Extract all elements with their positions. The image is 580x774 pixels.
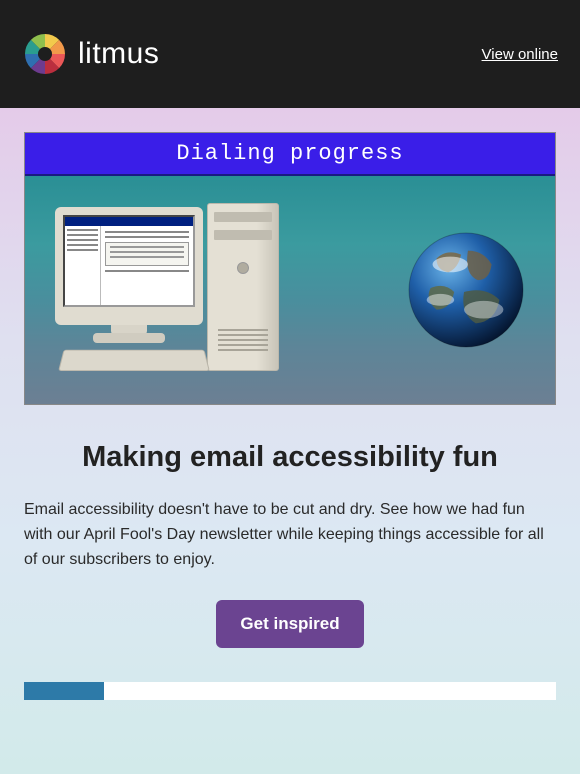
brand-logo: litmus xyxy=(22,31,159,77)
hero-illustration xyxy=(25,176,555,404)
article-headline: Making email accessibility fun xyxy=(24,441,556,474)
view-online-link[interactable]: View online xyxy=(482,46,558,63)
next-section-peek xyxy=(24,682,556,700)
earth-globe-icon xyxy=(407,231,525,349)
hero-banner: Dialing progress xyxy=(24,132,556,405)
article-body: Email accessibility doesn't have to be c… xyxy=(24,498,556,572)
brand-name: litmus xyxy=(78,37,159,71)
header-bar: litmus View online xyxy=(0,0,580,108)
litmus-pinwheel-icon xyxy=(22,31,68,77)
content-area: Dialing progress xyxy=(0,108,580,774)
retro-computer-icon xyxy=(55,203,285,378)
hero-title: Dialing progress xyxy=(25,133,555,176)
cta-container: Get inspired xyxy=(24,600,556,648)
get-inspired-button[interactable]: Get inspired xyxy=(216,600,363,648)
